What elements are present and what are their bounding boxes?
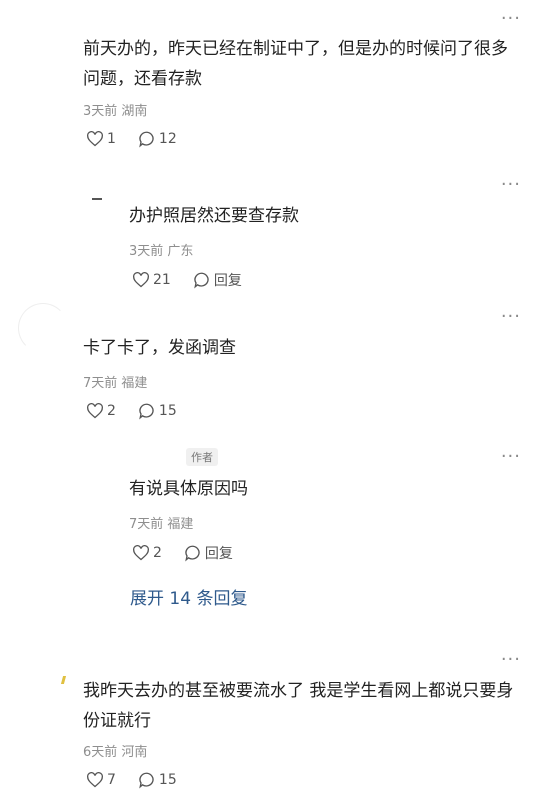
like-count: 2 (153, 545, 162, 561)
comment-region: 河南 (121, 745, 148, 760)
comment-time: 3天前 (129, 244, 164, 259)
reply-count: 15 (158, 772, 177, 788)
reply-button[interactable]: 回复 (193, 270, 242, 290)
comment-actions: 21 回复 (132, 270, 264, 290)
comment-text: 有说具体原因吗 (129, 479, 248, 499)
comment-time: 6天前 (83, 745, 118, 760)
reply-button[interactable]: 12 (138, 130, 177, 148)
like-button[interactable]: 1 (86, 131, 116, 147)
more-options-icon[interactable]: ··· (501, 308, 521, 326)
avatar[interactable] (92, 198, 102, 200)
like-button[interactable]: 7 (86, 772, 116, 788)
comment-bubble-icon (185, 545, 200, 562)
reply-button[interactable]: 15 (138, 402, 177, 420)
like-count: 7 (107, 772, 116, 788)
comment-actions: 2 15 (86, 402, 199, 420)
heart-icon (87, 131, 103, 147)
comment-time: 7天前 (83, 376, 118, 391)
comment-bubble-icon (139, 131, 154, 148)
comment-meta: 7天前 福建 (83, 372, 147, 391)
reply-button[interactable]: 回复 (184, 543, 233, 563)
author-badge: 作者 (186, 448, 218, 466)
comment-text: 我昨天去办的甚至被要流水了 我是学生看网上都说只要身份证就行 (83, 681, 514, 731)
heart-icon (87, 772, 103, 788)
reply-label: 回复 (213, 273, 242, 289)
comment-bubble-icon (139, 772, 154, 789)
comment-bubble-icon (139, 403, 154, 420)
comment-actions: 1 12 (86, 130, 199, 148)
more-options-icon[interactable]: ··· (501, 448, 521, 466)
like-button[interactable]: 2 (86, 403, 116, 419)
more-options-icon[interactable]: ··· (501, 651, 521, 669)
heart-icon (133, 272, 149, 288)
like-button[interactable]: 2 (132, 545, 162, 561)
comment-actions: 2 回复 (132, 543, 255, 563)
reply-label: 回复 (204, 546, 233, 562)
comment-meta: 3天前 湖南 (83, 100, 147, 119)
more-options-icon[interactable]: ··· (501, 176, 521, 194)
comment-bubble-icon (194, 272, 209, 289)
like-button[interactable]: 21 (132, 272, 171, 288)
like-count: 21 (153, 272, 171, 288)
comment-region: 湖南 (121, 104, 148, 119)
reply-count: 15 (158, 403, 177, 419)
comment-meta: 7天前 福建 (129, 513, 193, 532)
reply-count: 12 (158, 131, 177, 147)
reply-button[interactable]: 15 (138, 771, 177, 789)
comment-region: 福建 (167, 517, 194, 532)
like-count: 1 (107, 131, 116, 147)
avatar[interactable] (60, 676, 67, 684)
more-options-icon[interactable]: ··· (501, 10, 521, 28)
comment-text: 卡了卡了，发函调查 (83, 338, 236, 358)
comment-region: 广东 (167, 244, 194, 259)
comment-text: 前天办的，昨天已经在制证中了，但是办的时候问了很多问题，还看存款 (83, 39, 508, 89)
like-count: 2 (107, 403, 116, 419)
avatar[interactable] (18, 303, 68, 353)
comment-region: 福建 (121, 376, 148, 391)
comment-text: 办护照居然还要查存款 (129, 206, 299, 226)
expand-replies-link[interactable]: 展开 14 条回复 (130, 584, 247, 609)
comment-meta: 6天前 河南 (83, 741, 147, 760)
comment-actions: 7 15 (86, 771, 199, 789)
heart-icon (87, 403, 103, 419)
comment-time: 7天前 (129, 517, 164, 532)
heart-icon (133, 545, 149, 561)
comment-meta: 3天前 广东 (129, 240, 193, 259)
comment-time: 3天前 (83, 104, 118, 119)
